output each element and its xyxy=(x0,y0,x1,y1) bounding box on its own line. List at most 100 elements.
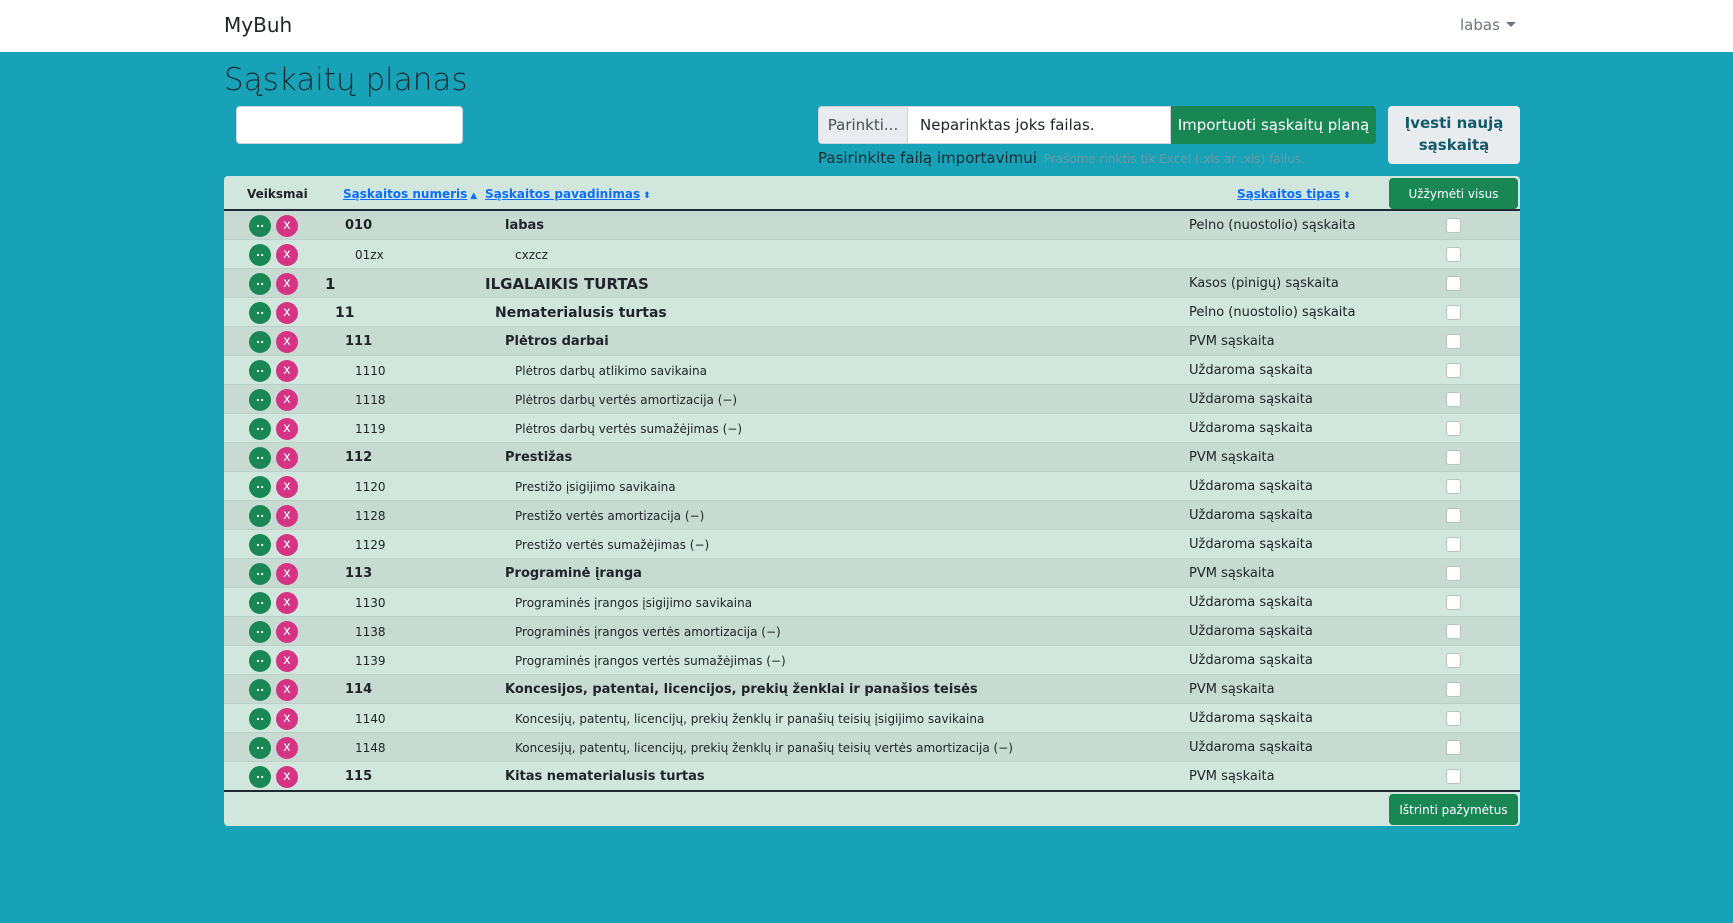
file-import-group: Parinkti... Neparinktas joks failas. Imp… xyxy=(818,106,1376,144)
row-checkbox[interactable] xyxy=(1446,479,1461,494)
delete-button[interactable]: x xyxy=(276,592,298,614)
row-checkbox[interactable] xyxy=(1446,450,1461,465)
file-help-label: Pasirinkite failą importavimui xyxy=(818,149,1037,167)
delete-button[interactable]: x xyxy=(276,505,298,527)
brand-link[interactable]: MyBuh xyxy=(224,13,292,37)
account-number: 1119 xyxy=(355,422,386,436)
delete-button[interactable]: x xyxy=(276,360,298,382)
row-checkbox[interactable] xyxy=(1446,566,1461,581)
edit-button[interactable]: .. xyxy=(249,302,271,324)
edit-button[interactable]: .. xyxy=(249,563,271,585)
edit-button[interactable]: .. xyxy=(249,505,271,527)
edit-button[interactable]: .. xyxy=(249,273,271,295)
check-all-button[interactable]: Užžymėti visus xyxy=(1389,178,1518,209)
account-number: 1110 xyxy=(355,364,386,378)
delete-button[interactable]: x xyxy=(276,766,298,788)
account-type: PVM sąskaita xyxy=(1189,566,1275,581)
delete-button[interactable]: x xyxy=(276,331,298,353)
row-checkbox[interactable] xyxy=(1446,421,1461,436)
user-dropdown[interactable]: labas xyxy=(1460,16,1516,34)
account-number: 115 xyxy=(345,769,373,784)
row-checkbox[interactable] xyxy=(1446,711,1461,726)
account-number: 1140 xyxy=(355,712,386,726)
delete-button[interactable]: x xyxy=(276,737,298,759)
row-checkbox[interactable] xyxy=(1446,218,1461,233)
row-checkbox[interactable] xyxy=(1446,363,1461,378)
edit-button[interactable]: .. xyxy=(249,679,271,701)
edit-button[interactable]: .. xyxy=(249,476,271,498)
account-name: Koncesijos, patentai, licencijos, prekių… xyxy=(505,682,978,697)
account-name: Kitas nematerialusis turtas xyxy=(505,769,705,784)
edit-button[interactable]: .. xyxy=(249,621,271,643)
account-name: labas xyxy=(505,218,545,233)
table-row: .. x 1138 Programinės įrangos vertės amorti… xyxy=(224,617,1520,646)
new-account-button[interactable]: Įvesti naują sąskaitą xyxy=(1388,106,1520,164)
delete-button[interactable]: x xyxy=(276,621,298,643)
delete-button[interactable]: x xyxy=(276,302,298,324)
account-name: Prestižo įsigijimo savikaina xyxy=(515,480,676,494)
delete-button[interactable]: x xyxy=(276,418,298,440)
table-footer-divider xyxy=(224,790,1520,792)
table-row: .. x 115 Kitas nematerialusis turtas PVM sąs… xyxy=(224,762,1520,791)
account-number: 1120 xyxy=(355,480,386,494)
delete-button[interactable]: x xyxy=(276,447,298,469)
edit-button[interactable]: .. xyxy=(249,708,271,730)
edit-button[interactable]: .. xyxy=(249,389,271,411)
column-name-sort[interactable]: Sąskaitos pavadinimas ⬍ xyxy=(485,187,651,201)
edit-button[interactable]: .. xyxy=(249,650,271,672)
search-input[interactable] xyxy=(236,106,463,144)
row-checkbox[interactable] xyxy=(1446,595,1461,610)
delete-button[interactable]: x xyxy=(276,563,298,585)
edit-button[interactable]: .. xyxy=(249,737,271,759)
edit-button[interactable]: .. xyxy=(249,766,271,788)
row-checkbox[interactable] xyxy=(1446,276,1461,291)
row-checkbox[interactable] xyxy=(1446,653,1461,668)
delete-button[interactable]: x xyxy=(276,215,298,237)
account-number: 1128 xyxy=(355,509,386,523)
table-row: .. x 1110 Plėtros darbų atlikimo savikaina U… xyxy=(224,356,1520,385)
table-row: .. x 1118 Plėtros darbų vertės amortizacija… xyxy=(224,385,1520,414)
delete-button[interactable]: x xyxy=(276,708,298,730)
account-number: 1118 xyxy=(355,393,386,407)
file-choose-button[interactable]: Parinkti... xyxy=(818,106,908,144)
edit-button[interactable]: .. xyxy=(249,592,271,614)
file-name-display[interactable]: Neparinktas joks failas. xyxy=(908,106,1171,144)
row-checkbox[interactable] xyxy=(1446,769,1461,784)
account-type: Uždaroma sąskaita xyxy=(1189,421,1313,436)
delete-button[interactable]: x xyxy=(276,389,298,411)
delete-button[interactable]: x xyxy=(276,244,298,266)
row-checkbox[interactable] xyxy=(1446,740,1461,755)
row-checkbox[interactable] xyxy=(1446,508,1461,523)
delete-button[interactable]: x xyxy=(276,476,298,498)
delete-button[interactable]: x xyxy=(276,650,298,672)
edit-button[interactable]: .. xyxy=(249,418,271,440)
delete-selected-button[interactable]: Ištrinti pažymėtus xyxy=(1389,794,1518,825)
column-number-sort[interactable]: Sąskaitos numeris ▲ xyxy=(343,187,477,201)
edit-button[interactable]: .. xyxy=(249,447,271,469)
page-title: Sąskaitų planas xyxy=(224,62,468,98)
delete-button[interactable]: x xyxy=(276,273,298,295)
import-button[interactable]: Importuoti sąskaitų planą xyxy=(1171,106,1376,144)
row-checkbox[interactable] xyxy=(1446,392,1461,407)
account-number: 010 xyxy=(345,218,373,233)
table-row: .. x 1140 Koncesijų, patentų, licencijų, pr… xyxy=(224,704,1520,733)
column-type-sort[interactable]: Sąskaitos tipas ⬍ xyxy=(1237,187,1351,201)
account-type: Uždaroma sąskaita xyxy=(1189,595,1313,610)
delete-button[interactable]: x xyxy=(276,534,298,556)
account-type: Uždaroma sąskaita xyxy=(1189,537,1313,552)
edit-button[interactable]: .. xyxy=(249,244,271,266)
delete-button[interactable]: x xyxy=(276,679,298,701)
table-row: .. x 112 Prestižas PVM sąskaita xyxy=(224,443,1520,472)
edit-button[interactable]: .. xyxy=(249,331,271,353)
table-row: .. x 1130 Programinės įrangos įsigijimo sav… xyxy=(224,588,1520,617)
edit-button[interactable]: .. xyxy=(249,215,271,237)
row-checkbox[interactable] xyxy=(1446,537,1461,552)
edit-button[interactable]: .. xyxy=(249,360,271,382)
row-checkbox[interactable] xyxy=(1446,247,1461,262)
row-checkbox[interactable] xyxy=(1446,305,1461,320)
row-checkbox[interactable] xyxy=(1446,334,1461,349)
row-checkbox[interactable] xyxy=(1446,682,1461,697)
table-row: .. x 1139 Programinės įrangos vertės sumažė… xyxy=(224,646,1520,675)
edit-button[interactable]: .. xyxy=(249,534,271,556)
row-checkbox[interactable] xyxy=(1446,624,1461,639)
